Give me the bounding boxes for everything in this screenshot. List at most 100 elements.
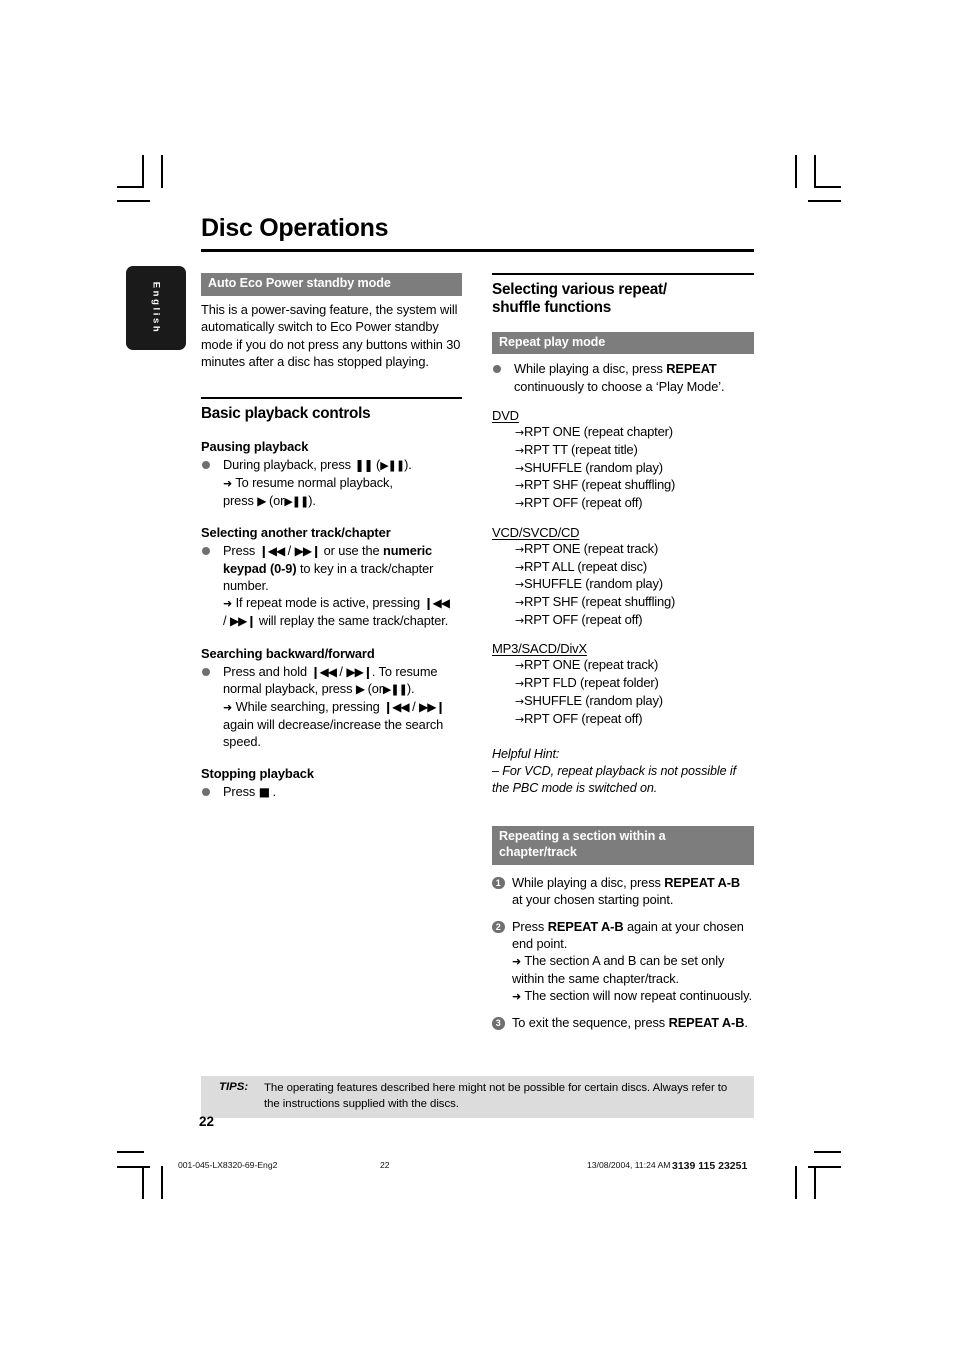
format-label-mp3: MP3/SACD/DivX	[492, 641, 587, 657]
pausing-line2-post: ).	[308, 492, 316, 508]
mode-item: →RPT ONE (repeat chapter)	[515, 423, 754, 441]
stop-icon: ■	[258, 785, 270, 800]
repeat-shuffle-rule	[492, 273, 754, 275]
selecting-arrow-pre: If repeat mode is active, pressing	[235, 595, 420, 611]
arrow-icon: →	[515, 443, 525, 457]
format-label-vcd: VCD/SVCD/CD	[492, 524, 580, 540]
arrow-icon: →	[515, 542, 525, 556]
mode-item: →RPT ONE (repeat track)	[515, 656, 754, 674]
mode-label: RPT ONE (repeat track)	[524, 657, 659, 673]
mode-label: SHUFFLE (random play)	[524, 576, 663, 592]
searching-arrow-post: again will decrease/increase the search …	[223, 716, 444, 750]
fast-forward-icon: ▶▶❙	[346, 664, 372, 679]
play-pause-icon: ▶❚❚	[380, 458, 405, 472]
rewind-icon: ❙◀◀	[310, 664, 336, 679]
repeat-play-mode-intro: While playing a disc, press REPEAT conti…	[492, 360, 754, 395]
arrow-icon: →	[515, 677, 525, 691]
mode-label: RPT OFF (repeat off)	[524, 611, 643, 627]
step-number-icon: 1	[492, 876, 505, 890]
arrow-icon: →	[515, 497, 525, 511]
stopping-press: Press	[223, 784, 256, 800]
crop-mark-bottom-right-horizontal	[814, 1151, 841, 1153]
previous-track-icon: ❙◀◀	[258, 544, 285, 559]
step2-pre: Press	[512, 918, 545, 934]
step2-arrow-2: The section will now repeat continuously…	[524, 988, 752, 1004]
step1-post: at your chosen starting point.	[512, 892, 674, 908]
repeat-ab-button-label-2: REPEAT A-B	[547, 918, 624, 934]
print-footer-filename: 001-045-LX8320-69-Eng2	[178, 1160, 278, 1170]
crop-mark-top-right-horizontal	[814, 186, 841, 188]
mode-item: →RPT ALL (repeat disc)	[515, 558, 754, 576]
searching-arrow-pre: While searching, pressing	[235, 698, 380, 714]
rewind-icon-2: ❙◀◀	[383, 699, 409, 714]
stopping-playback-item: Press ■ .	[201, 783, 462, 800]
bullet-icon	[202, 667, 210, 676]
selecting-press: Press	[223, 543, 256, 559]
tips-text: The operating features described here mi…	[264, 1082, 728, 1110]
step3-post: .	[744, 1015, 748, 1031]
tips-label: TIPS:	[219, 1081, 249, 1093]
basic-playback-controls-heading: Basic playback controls	[201, 404, 371, 422]
mode-label: RPT SHF (repeat shuffling)	[524, 477, 676, 493]
crop-mark-top-left-horizontal-2	[117, 200, 150, 202]
stopping-period: .	[272, 784, 277, 800]
crop-mark-top-right-horizontal-2	[808, 200, 841, 202]
repeat-ab-button-label: REPEAT A-B	[664, 874, 741, 890]
pausing-playback-heading: Pausing playback	[201, 438, 309, 454]
selecting-track-heading: Selecting another track/chapter	[201, 525, 391, 541]
previous-track-icon-2: ❙◀◀	[423, 596, 449, 611]
basic-playback-controls-section: Basic playback controls	[201, 397, 462, 422]
step-number-icon: 2	[492, 920, 505, 934]
arrow-icon: →	[515, 712, 525, 726]
arrow-icon: →	[515, 613, 525, 627]
step2-arrow-1: The section A and B can be set only with…	[512, 953, 725, 987]
pausing-line2-pre: press	[223, 492, 254, 508]
mode-label: RPT TT (repeat title)	[524, 441, 638, 457]
selecting-slash-2: /	[223, 613, 227, 629]
mode-item: →SHUFFLE (random play)	[515, 692, 754, 710]
mode-label: RPT OFF (repeat off)	[524, 495, 643, 511]
mode-list-dvd: →RPT ONE (repeat chapter) →RPT TT (repea…	[492, 423, 754, 512]
arrow-icon: →	[515, 596, 525, 609]
mode-label: SHUFFLE (random play)	[524, 459, 663, 475]
mode-item: →SHUFFLE (random play)	[515, 575, 754, 593]
basic-playback-controls-rule	[201, 397, 462, 399]
mode-item: →RPT SHF (repeat shuffling)	[515, 593, 754, 611]
arrow-icon: →	[515, 659, 525, 673]
crop-mark-top-left-vertical	[142, 155, 144, 188]
section-bar-repeat-play-mode: Repeat play mode	[492, 331, 754, 355]
mode-item: →RPT FLD (repeat folder)	[515, 674, 754, 692]
play-pause-icon-2: ▶❚❚	[284, 494, 309, 508]
repeat-shuffle-heading-line1: Selecting various repeat/	[492, 280, 667, 298]
mode-item: →RPT TT (repeat title)	[515, 441, 754, 459]
section-bar-auto-eco-power: Auto Eco Power standby mode	[201, 273, 462, 296]
arrow-icon: →	[515, 426, 525, 440]
searching-slash: /	[339, 663, 343, 679]
helpful-hint-body: – For VCD, repeat playback is not possib…	[492, 764, 736, 796]
arrow-icon: →	[515, 578, 525, 592]
repeat-step-3: 3 To exit the sequence, press REPEAT A-B…	[492, 1014, 754, 1031]
mode-item: →RPT SHF (repeat shuffling)	[515, 476, 754, 494]
helpful-hint: Helpful Hint: – For VCD, repeat playback…	[492, 746, 754, 797]
searching-close: ).	[406, 680, 415, 696]
arrow-icon: ➜	[223, 597, 233, 611]
selecting-track-item: Press ❙◀◀ / ▶▶❙ or use the numeric keypa…	[201, 542, 462, 629]
right-column: Selecting various repeat/ shuffle functi…	[492, 273, 754, 1031]
repeat-step-1: 1 While playing a disc, press REPEAT A-B…	[492, 874, 754, 909]
pausing-arrow-line: To resume normal playback,	[235, 474, 393, 490]
searching-item: Press and hold ❙◀◀ / ▶▶❙. To resume norm…	[201, 663, 462, 751]
bullet-icon	[493, 365, 501, 374]
play-icon: ▶	[257, 493, 266, 508]
auto-eco-power-body: This is a power-saving feature, the syst…	[201, 301, 461, 369]
mode-label: RPT FLD (repeat folder)	[524, 675, 659, 691]
play-pause-icon-3: ▶❚❚	[382, 682, 408, 696]
play-icon-2: ▶	[355, 681, 365, 696]
mode-label: RPT OFF (repeat off)	[524, 710, 643, 726]
crop-mark-top-left-horizontal	[117, 186, 144, 188]
helpful-hint-title: Helpful Hint:	[492, 747, 560, 762]
arrow-icon: ➜	[512, 955, 522, 969]
step-number-icon: 3	[492, 1017, 505, 1030]
arrow-icon: →	[515, 461, 525, 475]
bullet-icon	[202, 460, 210, 469]
searching-press-hold: Press and hold	[223, 663, 307, 679]
